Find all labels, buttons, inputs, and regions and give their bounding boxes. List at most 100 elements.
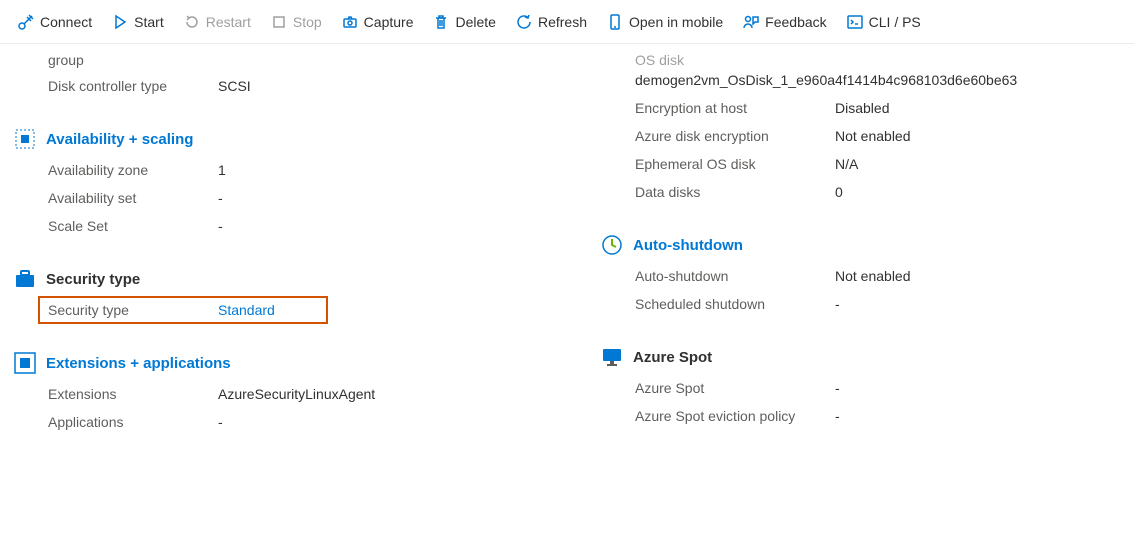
ephemeral-disk-label: Ephemeral OS disk: [635, 156, 835, 172]
extensions-value: AzureSecurityLinuxAgent: [218, 386, 571, 402]
connect-icon: [18, 14, 34, 30]
cli-label: CLI / PS: [869, 14, 921, 30]
open-mobile-label: Open in mobile: [629, 14, 723, 30]
security-header: Security type: [14, 268, 571, 296]
azure-spot-row: Azure Spot -: [635, 374, 1124, 402]
refresh-button[interactable]: Refresh: [508, 10, 595, 34]
spot-eviction-row: Azure Spot eviction policy -: [635, 402, 1124, 430]
stop-button[interactable]: Stop: [263, 10, 330, 34]
data-disks-label: Data disks: [635, 184, 835, 200]
monitor-icon: [601, 346, 623, 368]
start-button[interactable]: Start: [104, 10, 172, 34]
ephemeral-disk-value: N/A: [835, 156, 1124, 172]
toolbar: Connect Start Restart Stop Capture Delet…: [0, 0, 1134, 44]
feedback-button[interactable]: Feedback: [735, 10, 834, 34]
briefcase-icon: [14, 268, 36, 290]
availability-zone-row: Availability zone 1: [48, 156, 571, 184]
trash-icon: [433, 14, 449, 30]
restart-button[interactable]: Restart: [176, 10, 259, 34]
availability-zone-label: Availability zone: [48, 162, 218, 178]
spot-section: Azure Spot Azure Spot - Azure Spot evict…: [601, 346, 1124, 430]
autoshutdown-row: Auto-shutdown Not enabled: [635, 262, 1124, 290]
disk-encryption-label: Azure disk encryption: [635, 128, 835, 144]
main-content: group Disk controller type SCSI Availabi…: [0, 44, 1134, 456]
security-type-row: Security type Standard: [48, 302, 318, 318]
availability-section: Availability + scaling Availability zone…: [48, 128, 571, 240]
data-disks-value: 0: [835, 184, 1124, 200]
azure-spot-label: Azure Spot: [635, 380, 835, 396]
scheduled-shutdown-row: Scheduled shutdown -: [635, 290, 1124, 318]
spot-eviction-label: Azure Spot eviction policy: [635, 408, 835, 424]
os-disk-value: demogen2vm_OsDisk_1_e960a4f1414b4c968103…: [635, 72, 1124, 88]
os-disk-value-row: demogen2vm_OsDisk_1_e960a4f1414b4c968103…: [635, 72, 1124, 94]
connect-button[interactable]: Connect: [10, 10, 100, 34]
scheduled-shutdown-value: -: [835, 296, 1124, 312]
availability-title: Availability + scaling: [46, 131, 193, 148]
cli-button[interactable]: CLI / PS: [839, 10, 929, 34]
play-icon: [112, 14, 128, 30]
scale-set-value: -: [218, 218, 571, 234]
extensions-icon: [14, 352, 36, 374]
extensions-section: Extensions + applications Extensions Azu…: [48, 352, 571, 436]
feedback-icon: [743, 14, 759, 30]
ephemeral-disk-row: Ephemeral OS disk N/A: [635, 150, 1124, 178]
refresh-label: Refresh: [538, 14, 587, 30]
os-disk-row: OS disk: [635, 52, 1124, 72]
feedback-label: Feedback: [765, 14, 826, 30]
group-label: group: [48, 52, 218, 68]
right-column: OS disk demogen2vm_OsDisk_1_e960a4f1414b…: [591, 44, 1124, 436]
extensions-label: Extensions: [48, 386, 218, 402]
scale-set-row: Scale Set -: [48, 212, 571, 240]
encryption-host-row: Encryption at host Disabled: [635, 94, 1124, 122]
security-highlight-box: Security type Standard: [38, 296, 328, 324]
applications-value: -: [218, 414, 571, 430]
availability-zone-value: 1: [218, 162, 571, 178]
capture-button[interactable]: Capture: [334, 10, 422, 34]
disk-encryption-row: Azure disk encryption Not enabled: [635, 122, 1124, 150]
autoshutdown-label: Auto-shutdown: [635, 268, 835, 284]
restart-icon: [184, 14, 200, 30]
availability-set-value: -: [218, 190, 571, 206]
spot-eviction-value: -: [835, 408, 1124, 424]
scheduled-shutdown-label: Scheduled shutdown: [635, 296, 835, 312]
disk-controller-label: Disk controller type: [48, 78, 218, 94]
applications-row: Applications -: [48, 408, 571, 436]
os-disk-label: OS disk: [635, 52, 835, 68]
left-column: group Disk controller type SCSI Availabi…: [10, 44, 571, 436]
availability-icon: [14, 128, 36, 150]
delete-button[interactable]: Delete: [425, 10, 503, 34]
capture-label: Capture: [364, 14, 414, 30]
capture-icon: [342, 14, 358, 30]
availability-set-label: Availability set: [48, 190, 218, 206]
extensions-header[interactable]: Extensions + applications: [14, 352, 571, 380]
stop-icon: [271, 14, 287, 30]
disk-encryption-value: Not enabled: [835, 128, 1124, 144]
encryption-host-label: Encryption at host: [635, 100, 835, 116]
open-mobile-button[interactable]: Open in mobile: [599, 10, 731, 34]
extensions-title: Extensions + applications: [46, 355, 231, 372]
extensions-row: Extensions AzureSecurityLinuxAgent: [48, 380, 571, 408]
start-label: Start: [134, 14, 164, 30]
mobile-icon: [607, 14, 623, 30]
restart-label: Restart: [206, 14, 251, 30]
delete-label: Delete: [455, 14, 495, 30]
spot-title: Azure Spot: [633, 349, 712, 366]
data-disks-row: Data disks 0: [635, 178, 1124, 206]
encryption-host-value: Disabled: [835, 100, 1124, 116]
autoshutdown-header[interactable]: Auto-shutdown: [601, 234, 1124, 262]
security-section: Security type Security type Standard: [48, 268, 571, 324]
security-title: Security type: [46, 271, 140, 288]
connect-label: Connect: [40, 14, 92, 30]
availability-set-row: Availability set -: [48, 184, 571, 212]
spot-header: Azure Spot: [601, 346, 1124, 374]
autoshutdown-section: Auto-shutdown Auto-shutdown Not enabled …: [601, 234, 1124, 318]
security-type-label: Security type: [48, 302, 218, 318]
autoshutdown-value: Not enabled: [835, 268, 1124, 284]
autoshutdown-title: Auto-shutdown: [633, 237, 743, 254]
clock-icon: [601, 234, 623, 256]
security-type-value[interactable]: Standard: [218, 302, 318, 318]
stop-label: Stop: [293, 14, 322, 30]
azure-spot-value: -: [835, 380, 1124, 396]
availability-header[interactable]: Availability + scaling: [14, 128, 571, 156]
truncated-row: group: [48, 52, 571, 72]
